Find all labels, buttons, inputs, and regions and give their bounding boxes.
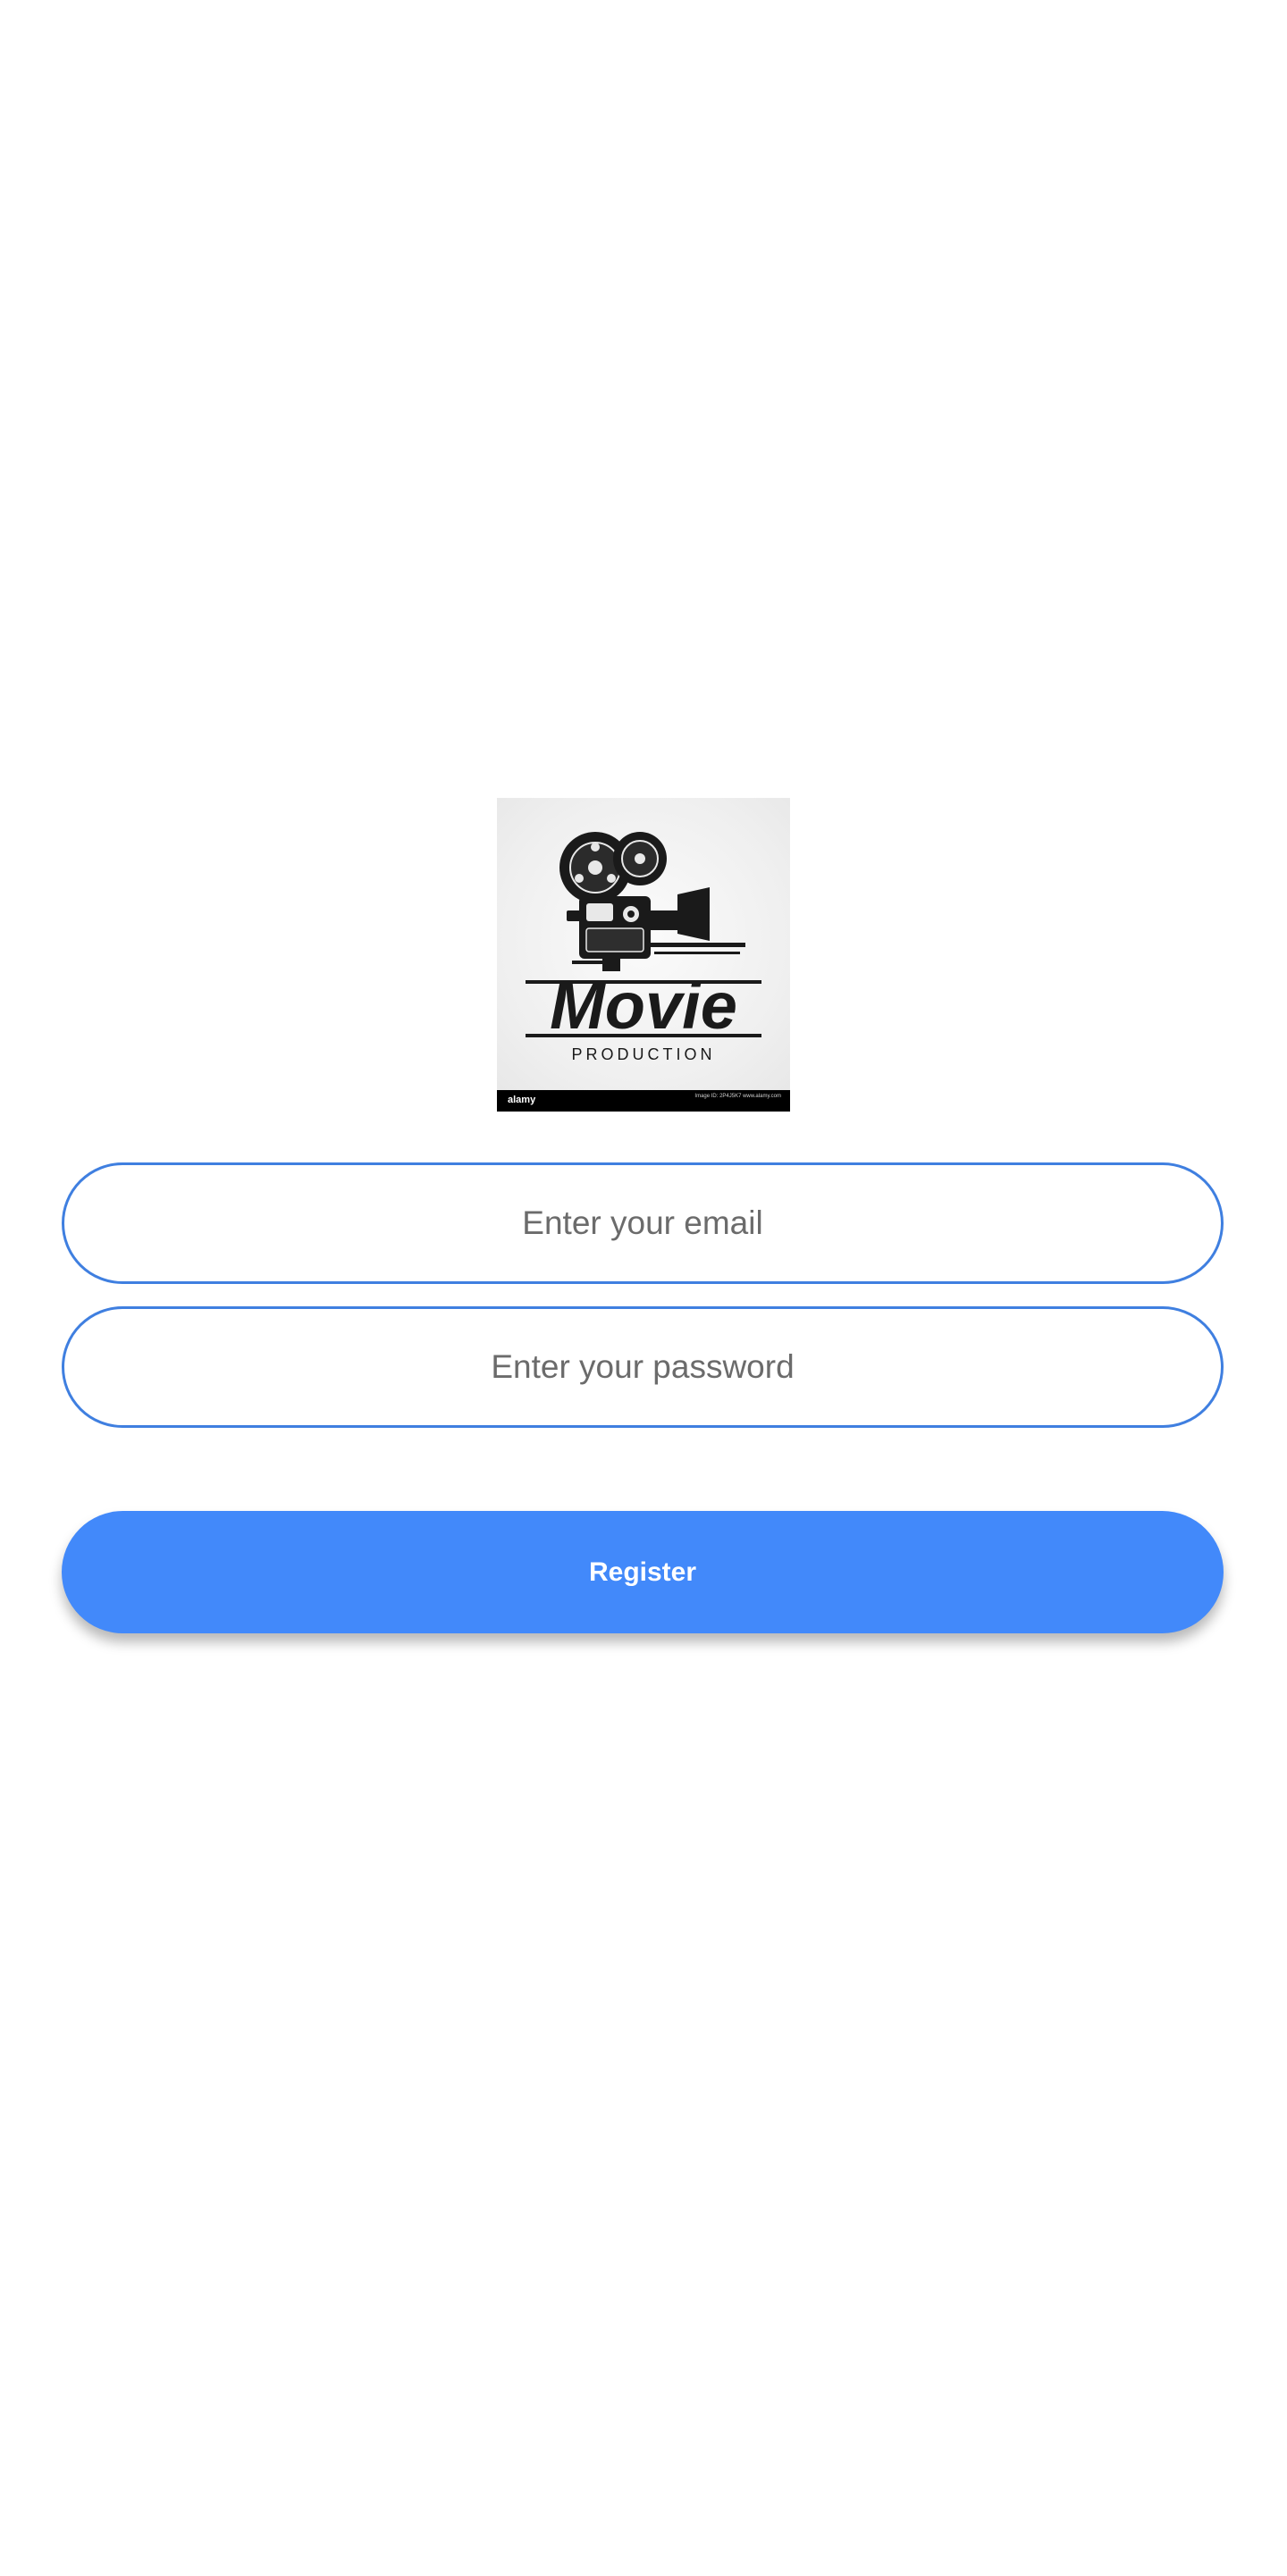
register-button[interactable]: Register xyxy=(62,1511,1224,1633)
film-camera-icon xyxy=(526,832,761,1037)
watermark-brand: alamy xyxy=(508,1095,536,1105)
watermark-id: Image ID: 2P4J5K7 www.alamy.com xyxy=(694,1094,781,1099)
password-field[interactable] xyxy=(62,1306,1224,1428)
movie-production-logo: Movie PRODUCTION alamy Image ID: 2P4J5K7… xyxy=(497,798,790,1112)
email-field[interactable] xyxy=(62,1162,1224,1284)
watermark-strip: alamy Image ID: 2P4J5K7 www.alamy.com xyxy=(497,1090,790,1112)
